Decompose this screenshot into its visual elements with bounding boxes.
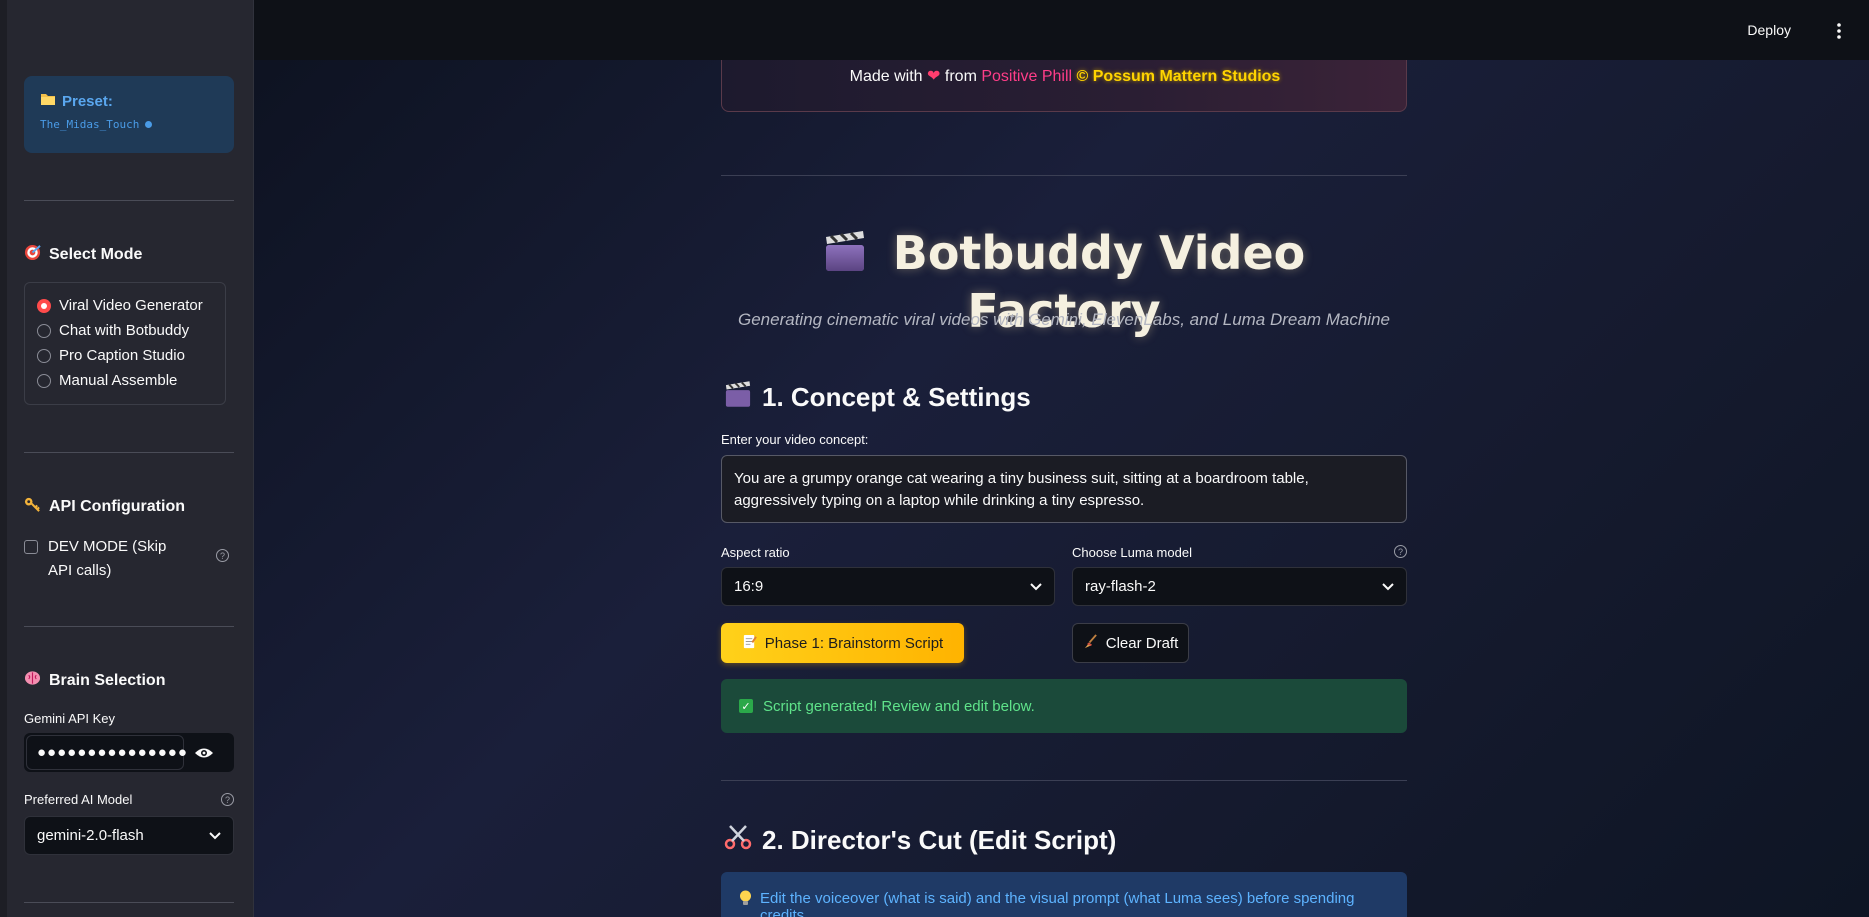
- radio-icon[interactable]: [37, 323, 51, 338]
- section-2-heading: 2. Director's Cut (Edit Script): [724, 823, 1116, 858]
- radio-selected-icon[interactable]: [37, 298, 51, 313]
- dev-mode-checkbox[interactable]: [24, 540, 38, 554]
- studio-name: Possum Mattern Studios: [1092, 68, 1281, 85]
- luma-model-label: Choose Luma model: [1072, 545, 1192, 560]
- clear-draft-button[interactable]: Clear Draft: [1072, 623, 1189, 663]
- brainstorm-script-button[interactable]: Phase 1: Brainstorm Script: [721, 623, 964, 663]
- author-name: Positive Phill: [981, 68, 1073, 85]
- gemini-api-key-label: Gemini API Key: [24, 711, 116, 726]
- preferred-ai-model-select[interactable]: gemini-2.0-flash: [24, 816, 234, 855]
- top-header: Deploy: [254, 0, 1869, 60]
- aspect-ratio-label: Aspect ratio: [721, 545, 790, 560]
- folder-icon: [40, 92, 56, 110]
- sidebar-edge: [0, 0, 7, 917]
- aspect-ratio-select[interactable]: 16:9: [721, 567, 1055, 606]
- sidebar-divider: [24, 452, 234, 453]
- dev-mode-label: DEV MODE (Skip API calls): [48, 538, 167, 579]
- scissors-icon: [724, 823, 752, 858]
- chevron-down-icon: [1382, 578, 1394, 595]
- preset-value: The_Midas_Touch: [40, 118, 218, 131]
- radio-icon[interactable]: [37, 373, 51, 388]
- chevron-down-icon: [209, 827, 221, 844]
- clapperboard-icon: [724, 380, 752, 415]
- preset-card: Preset: The_Midas_Touch: [24, 76, 234, 153]
- brain-selection-heading: Brain Selection: [24, 670, 165, 691]
- divider: [721, 175, 1407, 176]
- help-icon[interactable]: ?: [221, 793, 234, 806]
- main-content: Made with ❤ from Positive Phill © Possum…: [254, 0, 1869, 917]
- made-with-text: Made with ❤ from Positive Phill © Possum…: [849, 68, 1281, 85]
- concept-textarea[interactable]: You are a grumpy orange cat wearing a ti…: [721, 455, 1407, 523]
- clapperboard-icon: [823, 229, 867, 284]
- help-icon[interactable]: ?: [216, 549, 229, 562]
- mode-radio-group: Viral Video Generator Chat with Botbuddy…: [24, 282, 226, 405]
- success-alert: ✓ Script generated! Review and edit belo…: [721, 679, 1407, 733]
- preset-title: Preset:: [40, 92, 218, 110]
- lightbulb-icon: [739, 890, 752, 910]
- preset-dot-icon: [145, 121, 153, 128]
- sidebar-divider: [24, 626, 234, 627]
- gemini-api-key-wrapper: ●●●●●●●●●●●●●●●: [24, 733, 234, 772]
- info-alert: Edit the voiceover (what is said) and th…: [721, 872, 1407, 917]
- divider: [721, 780, 1407, 781]
- section-1-heading: 1. Concept & Settings: [724, 380, 1031, 415]
- radio-manual-assemble[interactable]: Manual Assemble: [37, 368, 213, 393]
- dev-mode-checkbox-row[interactable]: DEV MODE (Skip API calls) ?: [24, 535, 234, 583]
- radio-viral-video-generator[interactable]: Viral Video Generator: [37, 293, 213, 318]
- preferred-ai-model-label: Preferred AI Model: [24, 792, 133, 807]
- page-subtitle: Generating cinematic viral videos with G…: [738, 310, 1390, 329]
- broom-icon: [1083, 633, 1098, 653]
- eye-icon[interactable]: [184, 746, 224, 760]
- brain-icon: [24, 670, 41, 691]
- more-menu-icon[interactable]: [1831, 22, 1847, 40]
- check-icon: ✓: [739, 699, 753, 713]
- sidebar-divider: [24, 200, 234, 201]
- radio-pro-caption-studio[interactable]: Pro Caption Studio: [37, 343, 213, 368]
- chevron-down-icon: [1030, 578, 1042, 595]
- sidebar-divider: [24, 902, 234, 903]
- select-mode-heading: Select Mode: [24, 244, 142, 266]
- api-config-heading: API Configuration: [24, 496, 185, 518]
- radio-icon[interactable]: [37, 348, 51, 363]
- radio-chat-with-botbuddy[interactable]: Chat with Botbuddy: [37, 318, 213, 343]
- key-icon: [24, 496, 41, 518]
- help-icon[interactable]: ?: [1394, 545, 1407, 558]
- heart-icon: ❤: [927, 68, 941, 85]
- deploy-button[interactable]: Deploy: [1747, 22, 1791, 38]
- concept-label: Enter your video concept:: [721, 432, 869, 447]
- memo-icon: [742, 634, 757, 653]
- luma-model-select[interactable]: ray-flash-2: [1072, 567, 1407, 606]
- gemini-api-key-input[interactable]: ●●●●●●●●●●●●●●●: [26, 735, 187, 770]
- target-icon: [24, 244, 41, 266]
- sidebar: Preset: The_Midas_Touch Select Mode Vira…: [0, 0, 254, 917]
